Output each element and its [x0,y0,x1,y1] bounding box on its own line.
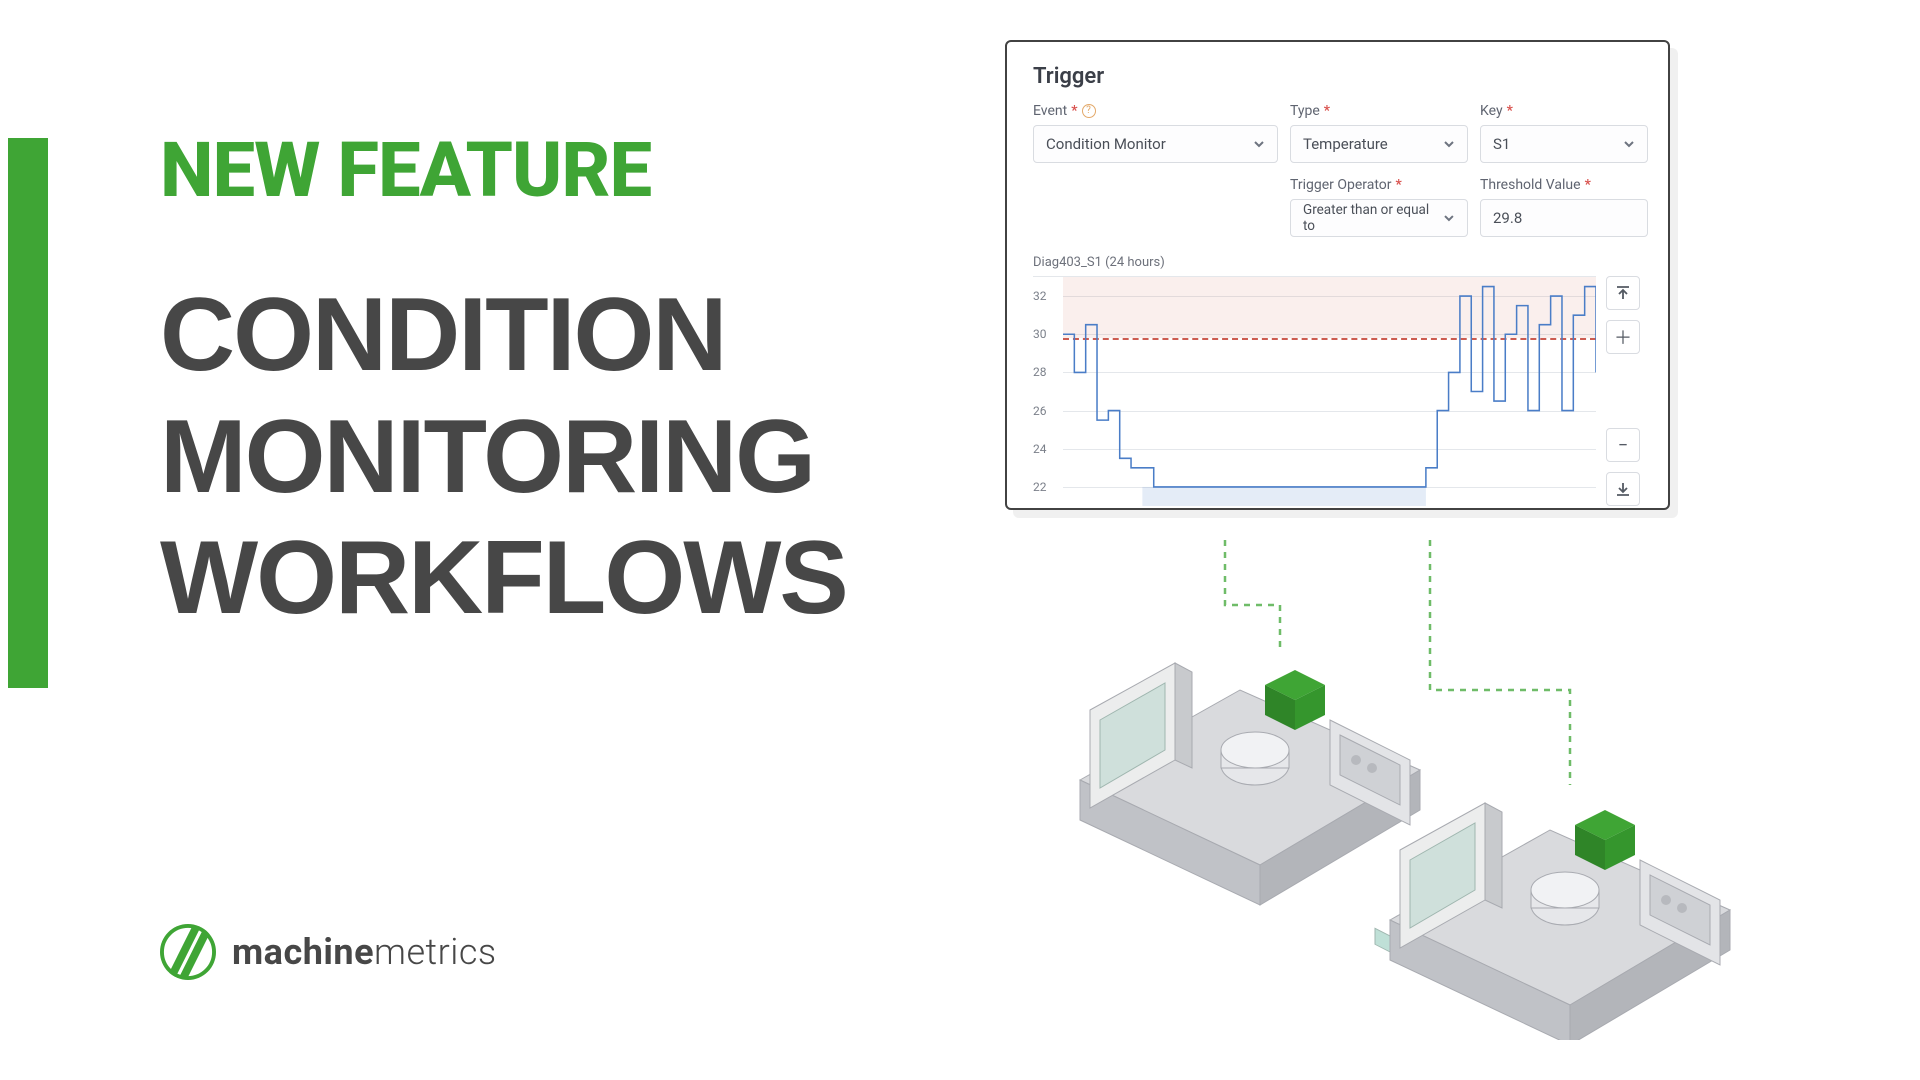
machine-icon-1 [1080,663,1420,955]
headline-block: NEW FEATURE CONDITION MONITORING WORKFLO… [160,125,847,640]
chart-area: 222426283032 ＋ − [1033,276,1642,506]
key-label-row: Key * [1480,103,1648,119]
event-label: Event [1033,103,1067,119]
field-threshold: Threshold Value * 29.8 [1480,177,1648,237]
event-select[interactable]: Condition Monitor [1033,125,1278,163]
threshold-input[interactable]: 29.8 [1480,199,1648,237]
field-key: Key * S1 [1480,103,1648,163]
operator-select[interactable]: Greater than or equal to [1290,199,1468,237]
chevron-down-icon [1623,138,1635,150]
machines-illustration [1020,540,1800,1040]
zoom-out-button[interactable]: − [1606,428,1640,462]
threshold-label: Threshold Value [1480,177,1581,193]
operator-label-row: Trigger Operator * [1290,177,1468,193]
threshold-label-row: Threshold Value * [1480,177,1648,193]
type-value: Temperature [1303,135,1388,153]
key-value: S1 [1493,135,1510,153]
required-marker: * [1324,103,1330,119]
trigger-form: Event * ? Condition Monitor Type * Tempe… [1033,103,1642,237]
operator-value: Greater than or equal to [1303,202,1443,234]
spacer-cell [1033,177,1278,237]
required-marker: * [1585,177,1591,193]
required-marker: * [1071,103,1077,119]
zoom-in-button[interactable]: ＋ [1606,320,1640,354]
trigger-config-panel: Trigger Event * ? Condition Monitor Type… [1005,40,1670,510]
type-select[interactable]: Temperature [1290,125,1468,163]
title-line-3: WORKFLOWS [160,520,847,636]
scroll-to-top-button[interactable] [1606,276,1640,310]
download-chart-button[interactable] [1606,472,1640,506]
type-label-row: Type * [1290,103,1468,119]
operator-label: Trigger Operator [1290,177,1392,193]
chart-controls: ＋ − [1606,276,1642,506]
main-title: CONDITION MONITORING WORKFLOWS [160,275,847,640]
chevron-down-icon [1443,138,1455,150]
key-select[interactable]: S1 [1480,125,1648,163]
brand-mark-icon [160,924,216,980]
panel-heading: Trigger [1033,64,1642,89]
help-icon[interactable]: ? [1082,104,1096,118]
chart-title: Diag403_S1 (24 hours) [1033,255,1642,270]
y-axis-labels: 222426283032 [1033,277,1059,506]
required-marker: * [1396,177,1402,193]
eyebrow-text: NEW FEATURE [160,125,847,215]
event-value: Condition Monitor [1046,135,1166,153]
chart-svg [1063,277,1596,506]
brand-name: machinemetrics [232,931,497,973]
accent-bar [8,138,48,688]
field-operator: Trigger Operator * Greater than or equal… [1290,177,1468,237]
machine-icon-2 [1390,803,1730,1040]
brand-name-light: metrics [374,931,497,973]
brand-name-bold: machine [232,931,374,973]
threshold-value: 29.8 [1493,209,1522,227]
trigger-chart[interactable]: 222426283032 [1033,276,1596,506]
key-label: Key [1480,103,1503,119]
required-marker: * [1507,103,1513,119]
field-event: Event * ? Condition Monitor [1033,103,1278,163]
title-line-1: CONDITION [160,277,726,393]
brand-logo-lockup: machinemetrics [160,924,497,980]
field-type: Type * Temperature [1290,103,1468,163]
title-line-2: MONITORING [160,399,814,515]
type-label: Type [1290,103,1320,119]
event-label-row: Event * ? [1033,103,1278,119]
chevron-down-icon [1443,212,1455,224]
chevron-down-icon [1253,138,1265,150]
